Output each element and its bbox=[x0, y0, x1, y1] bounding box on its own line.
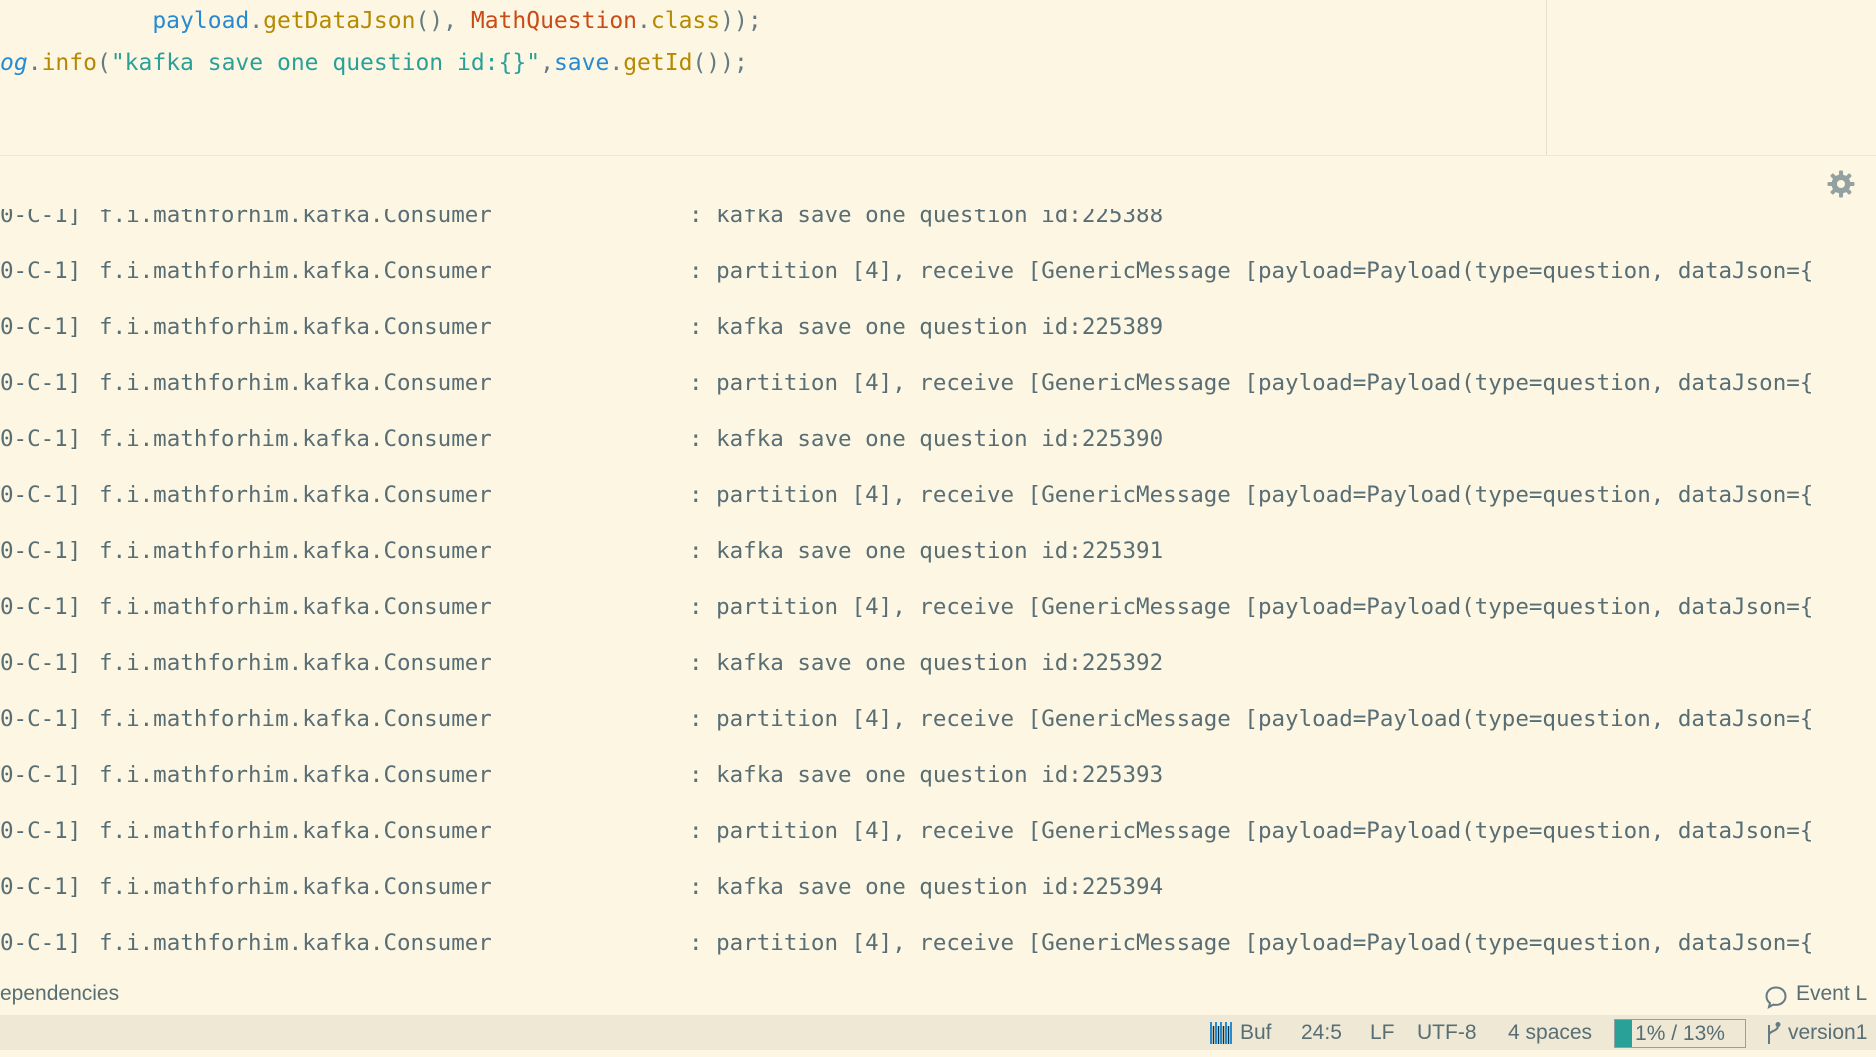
log-message: : partition [4], receive [GenericMessage… bbox=[689, 370, 1814, 396]
log-logger: f.i.mathforhim.kafka.Consumer bbox=[99, 314, 492, 340]
memory-indicator-text: 1% / 13% bbox=[1635, 1022, 1725, 1045]
log-message: : kafka save one question id:225391 bbox=[689, 538, 1164, 564]
log-thread: 0-C-1] bbox=[0, 209, 82, 228]
log-message: : partition [4], receive [GenericMessage… bbox=[689, 594, 1814, 620]
log-thread: 0-C-1] bbox=[0, 258, 82, 284]
code-token-comma: , bbox=[540, 50, 554, 76]
log-message: : partition [4], receive [GenericMessage… bbox=[689, 818, 1814, 844]
log-message: : kafka save one question id:225394 bbox=[689, 874, 1164, 900]
caret-position[interactable]: 24:5 bbox=[1301, 1015, 1342, 1050]
gear-icon[interactable] bbox=[1826, 169, 1856, 199]
code-token-tail: ()); bbox=[692, 50, 748, 76]
log-thread: 0-C-1] bbox=[0, 482, 82, 508]
console-toolbar bbox=[0, 155, 1876, 209]
log-logger: f.i.mathforhim.kafka.Consumer bbox=[99, 874, 492, 900]
log-logger: f.i.mathforhim.kafka.Consumer bbox=[99, 706, 492, 732]
code-token-getter: getId bbox=[623, 50, 693, 76]
code-token-parens: (), bbox=[415, 8, 471, 34]
log-logger: f.i.mathforhim.kafka.Consumer bbox=[99, 818, 492, 844]
git-branch-icon bbox=[1764, 1020, 1782, 1046]
memory-indicator[interactable]: 1% / 13% bbox=[1614, 1019, 1746, 1048]
log-logger: f.i.mathforhim.kafka.Consumer bbox=[99, 650, 492, 676]
log-logger: f.i.mathforhim.kafka.Consumer bbox=[99, 370, 492, 396]
code-token-receiver: payload bbox=[152, 8, 250, 34]
event-log-label: Event L bbox=[1796, 982, 1868, 1005]
vcs-branch-label: version1 bbox=[1788, 1021, 1868, 1044]
code-token-dot: . bbox=[27, 50, 42, 76]
tool-window-strip: ependencies Event L bbox=[0, 973, 1876, 1015]
code-token-tail: )); bbox=[720, 8, 762, 34]
log-message: : kafka save one question id:225389 bbox=[689, 314, 1164, 340]
console-output[interactable]: 0-C-1] f.i.mathforhim.kafka.Consumer : kaf… bbox=[0, 209, 1876, 973]
log-message: : partition [4], receive [GenericMessage… bbox=[689, 258, 1814, 284]
log-thread: 0-C-1] bbox=[0, 426, 82, 452]
log-message: : partition [4], receive [GenericMessage… bbox=[689, 930, 1814, 956]
code-token-string: "kafka save one question id:{}" bbox=[110, 50, 541, 76]
speech-bubble-icon bbox=[1764, 982, 1788, 1010]
dependencies-tool-button[interactable]: ependencies bbox=[0, 973, 119, 1015]
log-message: : kafka save one question id:225388 bbox=[689, 209, 1164, 228]
event-log-tool-button[interactable]: Event L bbox=[1764, 973, 1867, 1015]
log-thread: 0-C-1] bbox=[0, 650, 82, 676]
code-token-method: info bbox=[41, 50, 97, 76]
log-message: : kafka save one question id:225393 bbox=[689, 762, 1164, 788]
code-token-method: getDataJson bbox=[263, 8, 416, 34]
log-thread: 0-C-1] bbox=[0, 930, 82, 956]
editor-right-margin-guide bbox=[1546, 0, 1547, 155]
log-message: : kafka save one question id:225390 bbox=[689, 426, 1164, 452]
log-logger: f.i.mathforhim.kafka.Consumer bbox=[99, 538, 492, 564]
code-token-paren: ( bbox=[96, 50, 111, 76]
buffer-icon bbox=[1208, 1020, 1236, 1046]
file-encoding[interactable]: UTF-8 bbox=[1417, 1015, 1477, 1050]
log-thread: 0-C-1] bbox=[0, 874, 82, 900]
indent-setting[interactable]: 4 spaces bbox=[1508, 1015, 1592, 1050]
code-line-2: og.info("kafka save one question id:{}",… bbox=[0, 42, 748, 84]
log-message: : partition [4], receive [GenericMessage… bbox=[689, 706, 1814, 732]
code-editor[interactable]: payload.getDataJson(), MathQuestion.clas… bbox=[0, 0, 1876, 155]
log-thread: 0-C-1] bbox=[0, 594, 82, 620]
code-line-1: payload.getDataJson(), MathQuestion.clas… bbox=[0, 0, 762, 42]
log-logger: f.i.mathforhim.kafka.Consumer bbox=[99, 258, 492, 284]
log-logger: f.i.mathforhim.kafka.Consumer bbox=[99, 762, 492, 788]
code-token-keyword: class bbox=[650, 8, 721, 34]
code-token-type: MathQuestion bbox=[470, 8, 638, 34]
log-logger: f.i.mathforhim.kafka.Consumer bbox=[99, 209, 492, 228]
log-thread: 0-C-1] bbox=[0, 314, 82, 340]
log-thread: 0-C-1] bbox=[0, 762, 82, 788]
status-bar: Buf 24:5 LF UTF-8 4 spaces 1% / 13% vers… bbox=[0, 1015, 1876, 1050]
log-thread: 0-C-1] bbox=[0, 538, 82, 564]
log-message: : kafka save one question id:225392 bbox=[689, 650, 1164, 676]
log-message: : partition [4], receive [GenericMessage… bbox=[689, 482, 1814, 508]
log-thread: 0-C-1] bbox=[0, 818, 82, 844]
code-token-dot: . bbox=[637, 8, 651, 34]
log-logger: f.i.mathforhim.kafka.Consumer bbox=[99, 930, 492, 956]
line-separator[interactable]: LF bbox=[1370, 1015, 1395, 1050]
log-logger: f.i.mathforhim.kafka.Consumer bbox=[99, 426, 492, 452]
code-token-dot: . bbox=[249, 8, 264, 34]
log-thread: 0-C-1] bbox=[0, 706, 82, 732]
code-token-dot: . bbox=[609, 50, 624, 76]
code-token-object: og bbox=[0, 50, 28, 76]
code-token-arg: save bbox=[553, 50, 610, 76]
log-logger: f.i.mathforhim.kafka.Consumer bbox=[99, 482, 492, 508]
buffer-label: Buf bbox=[1240, 1021, 1272, 1044]
log-logger: f.i.mathforhim.kafka.Consumer bbox=[99, 594, 492, 620]
log-thread: 0-C-1] bbox=[0, 370, 82, 396]
vcs-branch-widget[interactable]: version1 bbox=[1764, 1015, 1867, 1050]
buffer-widget[interactable]: Buf bbox=[1208, 1015, 1272, 1050]
